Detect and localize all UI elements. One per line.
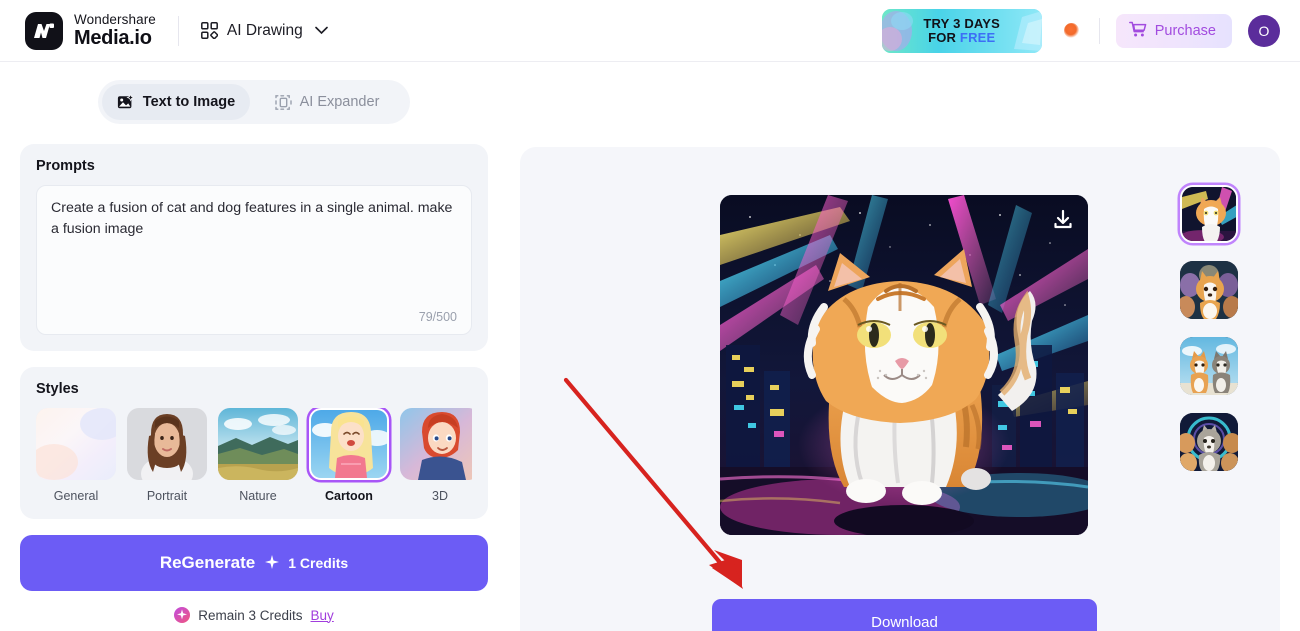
download-button[interactable]: Download (712, 599, 1097, 631)
promo-line-2: FOR FREE (928, 29, 996, 45)
result-thumbnail-4[interactable] (1180, 413, 1238, 471)
brand-logo[interactable]: Wondershare Media.io (25, 11, 156, 50)
credit-sparkle-icon (174, 607, 191, 623)
prompts-title: Prompts (36, 158, 95, 174)
module-selector[interactable]: AI Drawing (200, 21, 328, 40)
regenerate-credits-label: 1 Credits (288, 555, 349, 571)
result-thumbnail-2[interactable] (1180, 261, 1238, 319)
mode-tab-bar: Text to Image AI Expander (98, 80, 410, 124)
prompts-card: Prompts Create a fusion of cat and dog f… (20, 144, 488, 351)
shopping-cart-icon (1128, 21, 1147, 41)
download-icon[interactable] (1052, 209, 1074, 231)
expand-frame-icon (274, 94, 292, 111)
tab-text-to-image-label: Text to Image (142, 94, 236, 110)
result-thumbnail-1[interactable] (1180, 185, 1238, 243)
style-thumbnail-3d (400, 408, 472, 480)
regenerate-label: ReGenerate (159, 553, 256, 572)
header-divider-2 (1098, 17, 1100, 44)
app-header: Wondershare Media.io AI Drawing TRY 3 DA… (0, 0, 1300, 62)
styles-title: Styles (36, 381, 79, 397)
image-sparkle-icon (117, 93, 135, 111)
media-io-logo-icon (25, 11, 63, 50)
style-option-3d[interactable]: 3D (400, 408, 472, 503)
character-counter: 79/500 (418, 310, 457, 324)
user-avatar[interactable]: O (1248, 14, 1280, 47)
buy-credits-link[interactable]: Buy (311, 608, 334, 623)
style-label-3d: 3D (432, 489, 448, 503)
module-label: AI Drawing (226, 21, 303, 39)
remain-credits-text: Remain 3 Credits (198, 607, 303, 623)
avatar-initial: O (1258, 22, 1270, 39)
style-thumbnail-nature (218, 408, 298, 480)
style-option-general[interactable]: General (36, 408, 116, 503)
promo-banner-header[interactable]: TRY 3 DAYS FOR FREE (881, 8, 1042, 53)
grid-apps-icon (200, 22, 219, 40)
purchase-button[interactable]: Purchase (1115, 13, 1232, 48)
result-thumbnail-list (1180, 185, 1238, 471)
prompt-input[interactable]: Create a fusion of cat and dog features … (36, 185, 472, 335)
credits-status-row: Remain 3 Credits Buy (20, 607, 488, 623)
result-panel: Download TRY 3 DAYS FOR FREE (520, 147, 1280, 631)
left-control-panel: Text to Image AI Expander Prompts Create… (0, 62, 508, 631)
styles-list[interactable]: General Portrait Nature Cartoon 3D (36, 408, 472, 503)
style-option-cartoon[interactable]: Cartoon (309, 408, 389, 503)
style-label-cartoon: Cartoon (325, 489, 373, 503)
style-thumbnail-cartoon (309, 408, 389, 480)
style-label-portrait: Portrait (146, 489, 188, 503)
style-option-nature[interactable]: Nature (218, 408, 298, 503)
main-body: Text to Image AI Expander Prompts Create… (0, 62, 1300, 631)
header-actions: TRY 3 DAYS FOR FREE Purchase O (881, 8, 1280, 53)
result-thumbnail-3[interactable] (1180, 337, 1238, 395)
style-label-nature: Nature (239, 489, 277, 503)
prompt-text-value: Create a fusion of cat and dog features … (51, 200, 453, 237)
style-thumbnail-general (36, 408, 116, 480)
style-label-general: General (53, 489, 99, 503)
promo-free-word: FREE (959, 29, 996, 45)
tab-ai-expander-label: AI Expander (299, 94, 380, 110)
tab-ai-expander[interactable]: AI Expander (250, 84, 404, 120)
style-option-portrait[interactable]: Portrait (127, 408, 207, 503)
purchase-label: Purchase (1154, 22, 1216, 39)
notification-dot-icon[interactable] (1063, 23, 1079, 38)
regenerate-button[interactable]: ReGenerate 1 Credits (20, 535, 488, 591)
promo-line-1: TRY 3 DAYS (923, 15, 1001, 31)
style-thumbnail-portrait (127, 408, 207, 480)
chevron-down-icon[interactable] (314, 22, 328, 40)
styles-card: Styles General Portrait Nature Cartoon 3… (20, 367, 488, 519)
header-divider (177, 15, 179, 46)
generated-image-preview[interactable] (720, 195, 1088, 535)
brand-name-top: Wondershare (74, 11, 156, 27)
sparkle-icon (265, 554, 280, 572)
tab-text-to-image[interactable]: Text to Image (102, 84, 250, 120)
brand-name-bottom: Media.io (74, 27, 152, 50)
